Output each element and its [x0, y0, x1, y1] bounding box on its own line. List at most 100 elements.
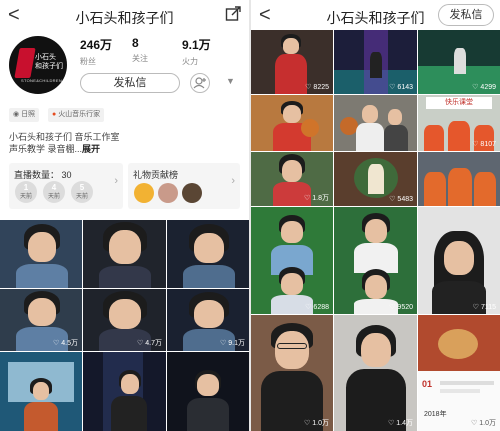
- video-thumbnail[interactable]: ♡ 1.4万: [334, 315, 417, 431]
- view-count: ♡ 7115: [473, 303, 496, 311]
- live-day-num: 1: [23, 183, 29, 192]
- live-day-badge: 4 天前: [43, 181, 65, 203]
- gift-card-chevron-icon: ›: [231, 175, 235, 187]
- profile-top-bar: < 小石头和孩子们: [0, 0, 249, 32]
- avatar[interactable]: 小石头 和孩子们 STONE&CHILDREN: [9, 36, 67, 94]
- share-icon[interactable]: [225, 6, 241, 22]
- video-thumbnail[interactable]: ♡ 4.5万: [0, 289, 82, 351]
- gift-ranking-card[interactable]: 礼物贡献榜 ›: [128, 163, 240, 209]
- playlist-number: 01: [422, 379, 433, 389]
- video-thumbnail[interactable]: ♡ 7115: [418, 207, 500, 314]
- view-count: ♡ 1.4万: [388, 418, 413, 428]
- video-feed-panel: < 小石头和孩子们 发私信 ♡ 8225 ♡ 6143 ♡ 4299 快乐课堂 …: [251, 0, 500, 431]
- avatar-logo-line2: 和孩子们: [35, 63, 63, 70]
- view-count: ♡ 9.1万: [220, 338, 245, 348]
- classroom-sign: 快乐课堂: [426, 97, 492, 109]
- view-count: ♡ 1.0万: [471, 418, 496, 428]
- video-thumbnail[interactable]: ♡ 1.0万: [251, 315, 333, 431]
- video-thumbnail[interactable]: ♡ 6288: [251, 207, 333, 314]
- heart-icon: ♡: [389, 304, 396, 311]
- app-tag[interactable]: ● 火山音乐行家: [48, 108, 105, 122]
- heart-icon: ♡: [389, 84, 396, 91]
- view-count: ♡ 8225: [305, 83, 329, 91]
- bio-line2: 声乐教学 录音棚...展开: [9, 142, 100, 155]
- live-count-title: 直播数量： 30: [14, 168, 72, 181]
- view-count-value: 9520: [397, 304, 413, 311]
- heart-icon: ♡: [389, 196, 396, 203]
- view-count-value: 6288: [313, 304, 329, 311]
- gift-rank-avatar: [158, 183, 178, 203]
- view-count: ♡ 4.7万: [137, 338, 162, 348]
- heart-icon: ♡: [52, 340, 60, 347]
- video-thumbnail[interactable]: ♡ 8225: [251, 30, 333, 94]
- video-thumbnail[interactable]: 01 2018年 ♡ 1.0万: [418, 315, 500, 431]
- avatar-logo-line3: STONE&CHILDREN: [21, 78, 63, 83]
- live-day-num: 4: [51, 183, 57, 192]
- live-day-num: 5: [79, 183, 85, 192]
- location-tag: ◉ 日照: [9, 108, 40, 122]
- add-friend-button[interactable]: [190, 73, 210, 93]
- video-thumbnail[interactable]: [0, 220, 82, 288]
- private-message-button[interactable]: 发私信: [438, 4, 494, 26]
- view-count: ♡ 6143: [389, 83, 413, 91]
- video-thumbnail[interactable]: [251, 95, 333, 151]
- add-user-icon: [193, 77, 206, 89]
- stat-fire-label: 火力: [182, 57, 198, 66]
- profile-title: 小石头和孩子们: [75, 10, 174, 26]
- stat-following-value: 8: [132, 36, 139, 50]
- video-thumbnail[interactable]: [83, 352, 166, 431]
- heart-icon: ♡: [472, 304, 479, 311]
- expand-bio-link[interactable]: 展开: [82, 144, 100, 154]
- view-count-value: 1.0万: [312, 420, 329, 427]
- view-count-value: 8225: [313, 84, 329, 91]
- view-count-value: 4.7万: [145, 340, 162, 347]
- heart-icon: ♡: [472, 84, 479, 91]
- profile-panel: < 小石头和孩子们 小石头 和孩子们 STONE&CHILDREN 246万 粉…: [0, 0, 249, 431]
- video-thumbnail[interactable]: ♡ 9.1万: [167, 289, 249, 351]
- video-thumbnail[interactable]: [0, 352, 82, 431]
- gift-rank-avatar: [134, 183, 154, 203]
- heart-icon: ♡: [305, 84, 312, 91]
- view-count: ♡ 4299: [472, 83, 496, 91]
- stat-following-label: 关注: [132, 54, 148, 63]
- stat-fans-label: 粉丝: [80, 57, 96, 66]
- stat-fans[interactable]: 246万 粉丝: [80, 36, 112, 67]
- view-count-value: 1.4万: [396, 420, 413, 427]
- year-label: 2018年: [424, 411, 447, 418]
- live-day-label: 天前: [75, 194, 88, 200]
- stat-fire[interactable]: 9.1万 火力: [182, 36, 211, 67]
- view-count: ♡ 1.0万: [304, 418, 329, 428]
- logo-mark-icon: [14, 48, 36, 78]
- video-thumbnail[interactable]: [334, 95, 417, 151]
- video-thumbnail[interactable]: ♡ 4299: [418, 30, 500, 94]
- live-day-badge: 1 天前: [15, 181, 37, 203]
- video-thumbnail[interactable]: [83, 220, 166, 288]
- view-count-value: 4299: [480, 84, 496, 91]
- video-thumbnail[interactable]: 快乐课堂 ♡ 8107: [418, 95, 500, 151]
- live-day-label: 天前: [47, 194, 60, 200]
- view-count: ♡ 4.5万: [53, 338, 78, 348]
- more-dropdown-icon[interactable]: ▼: [226, 76, 235, 86]
- feed-top-bar: < 小石头和孩子们 发私信: [251, 0, 500, 32]
- feed-video-grid: ♡ 8225 ♡ 6143 ♡ 4299 快乐课堂 ♡ 8107 ♡ 1.8万 …: [251, 30, 500, 431]
- view-count: ♡ 5483: [389, 195, 413, 203]
- view-count-value: 7115: [480, 304, 496, 311]
- video-thumbnail[interactable]: [167, 352, 249, 431]
- video-thumbnail[interactable]: [418, 152, 500, 206]
- video-thumbnail[interactable]: ♡ 4.7万: [83, 289, 166, 351]
- video-thumbnail[interactable]: ♡ 1.8万: [251, 152, 333, 206]
- live-count-label: 直播数量：: [14, 170, 60, 180]
- video-thumbnail[interactable]: ♡ 5483: [334, 152, 417, 206]
- heart-icon: ♡: [136, 340, 144, 347]
- location-tag-label: 日照: [21, 111, 36, 118]
- private-message-button[interactable]: 发私信: [80, 73, 180, 93]
- video-thumbnail[interactable]: ♡ 6143: [334, 30, 417, 94]
- video-thumbnail[interactable]: [167, 220, 249, 288]
- live-card-chevron-icon: ›: [114, 175, 118, 187]
- video-thumbnail[interactable]: ♡ 9520: [334, 207, 417, 314]
- heart-icon: ♡: [219, 340, 227, 347]
- stat-fans-value: 246万: [80, 38, 113, 52]
- live-count-card[interactable]: 直播数量： 30 › 1 天前 4 天前 5 天前: [9, 163, 123, 209]
- view-count-value: 1.0万: [479, 420, 496, 427]
- stat-following[interactable]: 8 关注: [132, 36, 148, 64]
